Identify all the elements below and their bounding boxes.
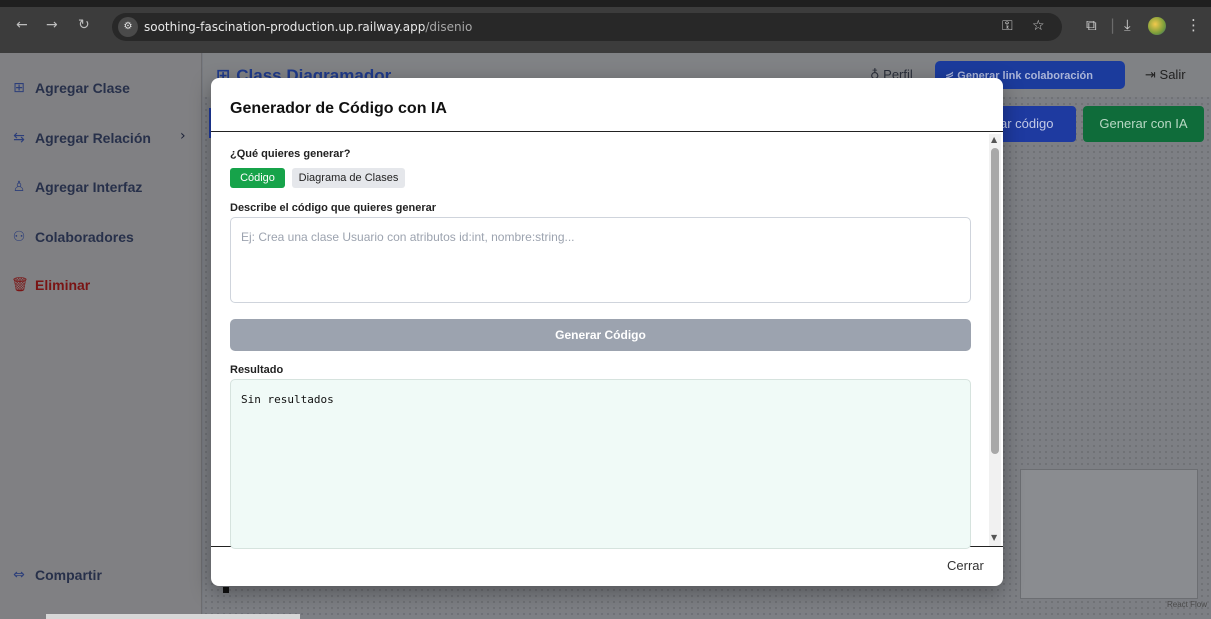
sidebar-item-colaboradores[interactable]: ⚇ Colaboradores <box>11 229 134 245</box>
generate-code-submit-button[interactable]: Generar Código <box>230 319 971 351</box>
menu-kebab-icon[interactable]: ⋮ <box>1186 16 1201 34</box>
shapes-icon: ♙ <box>12 179 26 195</box>
chevron-right-icon[interactable]: › <box>180 128 186 144</box>
scroll-down-icon[interactable]: ▼ <box>991 533 997 542</box>
sidebar-item-agregar-clase[interactable]: ⊞ Agregar Clase <box>11 80 130 96</box>
toolbar-divider: | <box>1110 16 1116 34</box>
sidebar-item-agregar-relacion[interactable]: ⇆ Agregar Relación <box>11 130 151 146</box>
bookmark-star-icon[interactable]: ☆ <box>1032 18 1045 34</box>
modal-scroll-thumb[interactable] <box>991 148 999 454</box>
sidebar-item-agregar-interfaz[interactable]: ♙ Agregar Interfaz <box>11 179 143 195</box>
reload-icon[interactable]: ↻ <box>78 17 90 33</box>
generate-ia-button[interactable]: Generar con IA <box>1083 106 1204 142</box>
url-text: soothing-fascination-production.up.railw… <box>144 20 473 34</box>
logout-button[interactable]: ⇥ Salir <box>1145 67 1186 83</box>
describe-label: Describe el código que quieres generar <box>230 202 437 214</box>
logout-icon: ⇥ <box>1145 68 1156 83</box>
result-output: Sin resultados <box>230 379 971 549</box>
sidebar-item-label: Eliminar <box>35 277 91 293</box>
browser-chrome: ← → ↻ ⚙ soothing-fascination-production.… <box>0 0 1211 53</box>
sidebar-item-label: Colaboradores <box>35 229 134 245</box>
close-button[interactable]: Cerrar <box>947 558 984 573</box>
question-label: ¿Qué quieres generar? <box>230 148 351 160</box>
prompt-textarea[interactable]: Ej: Crea una clase Usuario con atributos… <box>230 217 971 303</box>
profile-avatar[interactable] <box>1148 17 1166 35</box>
result-label: Resultado <box>230 364 284 376</box>
extensions-icon[interactable]: ⧉ <box>1086 16 1097 34</box>
react-flow-attribution[interactable]: React Flow <box>1167 600 1207 609</box>
canvas-control[interactable] <box>223 587 229 593</box>
sidebar: ⊞ Agregar Clase ⇆ Agregar Relación › ♙ A… <box>0 53 202 619</box>
sidebar-item-label: Agregar Clase <box>35 80 130 96</box>
toggle-codigo[interactable]: Código <box>230 168 285 188</box>
toggle-diagrama[interactable]: Diagrama de Clases <box>292 168 405 188</box>
bottom-scrollbar <box>46 614 300 619</box>
scroll-up-icon[interactable]: ▲ <box>991 135 997 144</box>
plus-square-icon: ⊞ <box>13 80 25 96</box>
modal-header-divider <box>211 131 1003 132</box>
sidebar-item-eliminar[interactable]: 🗑 Eliminar <box>11 277 90 293</box>
sidebar-item-label: Agregar Relación <box>35 130 151 146</box>
address-bar[interactable]: ⚙ soothing-fascination-production.up.rai… <box>112 13 1062 41</box>
download-icon[interactable]: ⤓ <box>1124 16 1131 34</box>
back-icon[interactable]: ← <box>16 17 28 33</box>
logout-label: Salir <box>1159 67 1186 82</box>
link-icon: ⇔ <box>13 567 25 583</box>
tab-strip <box>0 0 1211 7</box>
password-key-icon[interactable]: ⚿ <box>1002 18 1013 34</box>
site-settings-icon[interactable]: ⚙ <box>118 17 138 37</box>
forward-icon[interactable]: → <box>46 17 58 33</box>
sidebar-item-label: Agregar Interfaz <box>35 179 143 195</box>
result-text: Sin resultados <box>241 393 334 406</box>
users-icon: ⚇ <box>12 229 26 245</box>
share-label: Compartir <box>35 567 102 583</box>
minimap[interactable] <box>1020 469 1198 599</box>
share-button[interactable]: ⇔ Compartir <box>11 567 102 583</box>
trash-icon: 🗑 <box>11 277 29 293</box>
generate-code-button[interactable]: ar código <box>994 106 1076 142</box>
modal-title: Generador de Código con IA <box>230 100 447 117</box>
arrows-exchange-icon: ⇆ <box>13 130 25 146</box>
